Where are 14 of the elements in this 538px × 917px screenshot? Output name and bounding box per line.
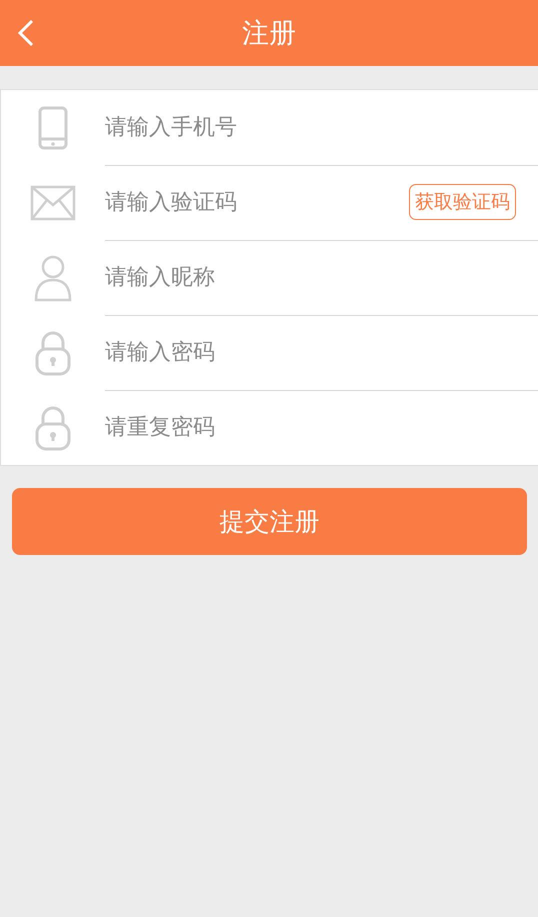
lock-icon — [35, 404, 71, 450]
person-icon — [34, 254, 72, 302]
submit-button[interactable]: 提交注册 — [12, 488, 527, 555]
back-icon[interactable] — [16, 19, 36, 47]
phone-icon — [38, 106, 68, 150]
envelope-icon — [30, 184, 76, 220]
get-code-button[interactable]: 获取验证码 — [409, 184, 516, 220]
input-field[interactable]: 请输入密码 — [105, 340, 516, 364]
page-title: 注册 — [242, 17, 296, 51]
input-field[interactable]: 请输入手机号 — [105, 114, 516, 140]
input-field[interactable]: 请输入昵称 — [105, 264, 516, 290]
lock-icon — [35, 330, 71, 376]
input-field[interactable]: 请输入验证码 — [105, 190, 409, 214]
input-field[interactable]: 请重复密码 — [105, 415, 516, 440]
